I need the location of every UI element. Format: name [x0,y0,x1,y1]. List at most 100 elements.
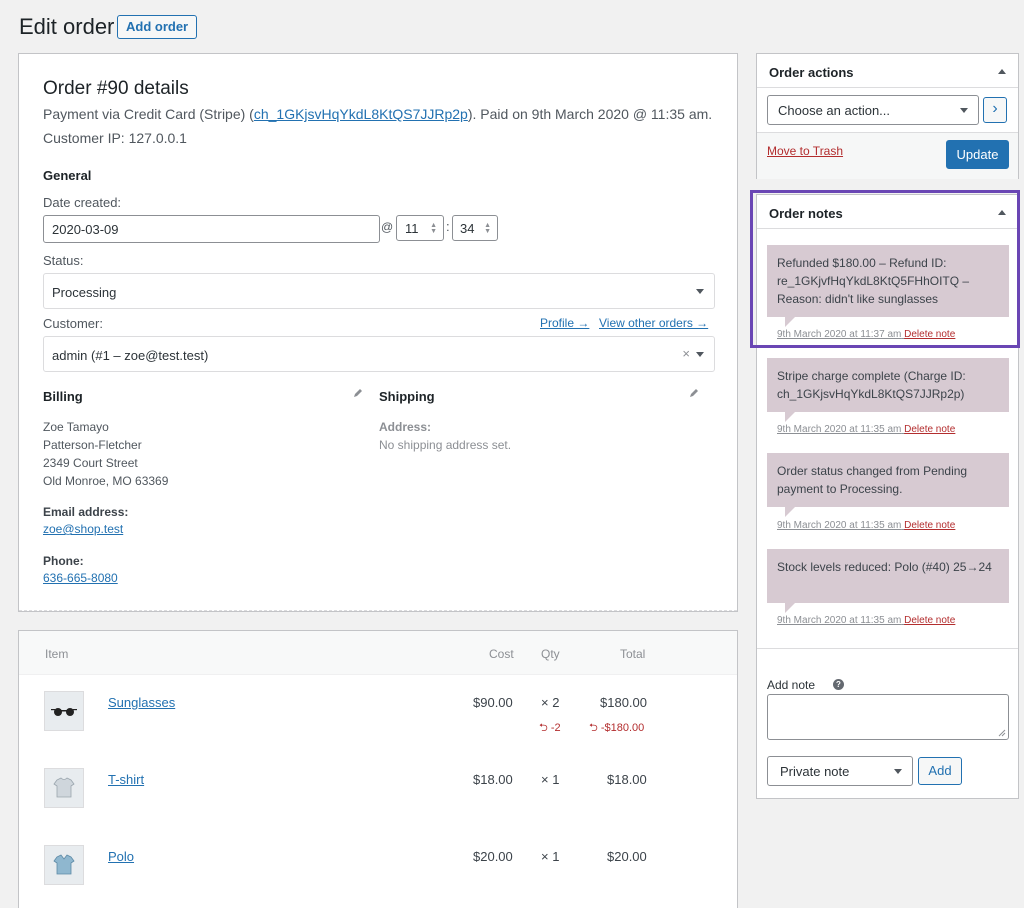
item-total: $20.00 [607,849,647,864]
profile-link[interactable]: Profile → [540,316,589,330]
column-header-total: Total [620,647,646,661]
status-value: Processing [52,285,117,300]
billing-name: Zoe Tamayo [43,420,109,434]
general-title: General [43,168,92,183]
stepper-icon[interactable]: ▲ ▼ [430,222,437,235]
column-header-item: Item [45,647,69,661]
column-header-qty: Qty [541,647,560,661]
item-cost: $20.00 [473,849,513,864]
note-type-select[interactable]: Private note [767,756,913,786]
item-total: $18.00 [607,772,647,787]
item-qty: × 1 [541,772,560,787]
delete-note-link[interactable]: Delete note [904,424,955,435]
customer-select[interactable]: admin (#1 – zoe@test.test) × [43,336,715,372]
phone-label: Phone: [43,554,84,568]
hour-input[interactable]: 11 ▲ ▼ [396,215,444,241]
order-actions-title: Order actions [769,65,854,80]
pencil-icon[interactable] [689,388,699,398]
item-cost: $90.00 [473,695,513,710]
highlight-frame [750,190,1020,348]
status-label: Status: [43,253,84,268]
note-meta: 9th March 2020 at 11:35 am Delete note [777,424,955,435]
chevron-down-icon [696,352,704,357]
at-symbol: @ [381,220,394,234]
update-button[interactable]: Update [946,140,1009,169]
order-note: Stripe charge complete (Charge ID: ch_1G… [767,358,1009,422]
charge-id-link[interactable]: ch_1GKjsvHqYkdL8KtQS7JJRp2p [254,106,468,122]
column-header-cost: Cost [489,647,514,661]
email-label: Email address: [43,505,129,519]
product-thumbnail [44,768,84,808]
note-timestamp: 9th March 2020 at 11:35 am [777,520,902,531]
time-colon: : [446,219,450,234]
pencil-icon[interactable] [353,388,363,398]
status-select[interactable]: Processing [43,273,715,309]
note-timestamp: 9th March 2020 at 11:35 am [777,424,902,435]
item-name-polo[interactable]: Polo [108,849,134,864]
product-thumbnail [44,845,84,885]
minute-value: 34 [460,221,475,236]
email-link[interactable]: zoe@shop.test [43,522,123,536]
item-name-sunglasses[interactable]: Sunglasses [108,695,175,710]
clear-icon[interactable]: × [682,346,690,361]
divider [19,610,737,611]
order-actions-header[interactable]: Order actions [757,54,1018,88]
order-actions-panel: Order actions Choose an action... › Move… [756,53,1019,179]
product-thumbnail [44,691,84,731]
item-qty: × 1 [541,849,560,864]
collapse-icon[interactable] [998,69,1006,74]
item-total: $180.00 [600,695,647,710]
tshirt-icon [53,777,75,798]
add-note-button[interactable]: Add [918,757,962,785]
sunglasses-icon [51,708,77,716]
view-other-orders-link[interactable]: View other orders → [599,316,708,330]
delete-note-link[interactable]: Delete note [904,615,955,626]
note-timestamp: 9th March 2020 at 11:35 am [777,615,902,626]
phone-link[interactable]: 636-665-8080 [43,571,118,585]
item-name-tshirt[interactable]: T-shirt [108,772,144,787]
payment-info: Payment via Credit Card (Stripe) (ch_1GK… [43,102,713,150]
page-title: Edit order [19,14,115,39]
hour-value: 11 [405,221,419,236]
chevron-down-icon [696,289,704,294]
customer-label: Customer: [43,316,103,331]
billing-street: 2349 Court Street [43,456,138,470]
chevron-down-icon [894,769,902,774]
minute-input[interactable]: 34 ▲ ▼ [452,215,498,241]
note-meta: 9th March 2020 at 11:35 am Delete note [777,520,955,531]
shipping-title: Shipping [379,389,435,404]
order-action-value: Choose an action... [778,103,891,118]
payment-prefix: Payment via Credit Card (Stripe) ( [43,106,254,122]
billing-title: Billing [43,389,83,404]
add-order-button[interactable]: Add order [117,15,198,39]
no-shipping-text: No shipping address set. [379,438,512,452]
billing-company: Patterson-Fletcher [43,438,142,452]
note-meta: 9th March 2020 at 11:35 am Delete note [777,615,955,626]
address-label: Address: [379,420,432,434]
help-icon[interactable]: ? [833,679,844,690]
polo-shirt-icon [53,854,75,875]
order-note: Order status changed from Pending paymen… [767,453,1009,517]
note-textarea[interactable] [767,694,1009,740]
order-note: Stock levels reduced: Polo (#40) 25→24 [767,549,1009,613]
delete-note-link[interactable]: Delete note [904,520,955,531]
date-created-input[interactable]: 2020-03-09 [43,215,380,243]
refund-qty: ⮌ -2 [539,722,561,734]
item-cost: $18.00 [473,772,513,787]
item-qty: × 2 [541,695,560,710]
billing-address: Zoe Tamayo Patterson-Fletcher 2349 Court… [43,418,168,490]
apply-action-button[interactable]: › [983,97,1007,123]
order-items-panel: Item Cost Qty Total Sunglasses $90.00 × … [18,630,738,908]
note-type-value: Private note [780,764,850,779]
stepper-icon[interactable]: ▲ ▼ [484,222,491,235]
customer-value: admin (#1 – zoe@test.test) [52,348,209,363]
order-action-select[interactable]: Choose an action... [767,95,979,125]
move-to-trash-link[interactable]: Move to Trash [767,144,843,158]
resize-handle-icon[interactable] [998,729,1006,737]
order-heading: Order #90 details [43,78,189,99]
add-note-label: Add note [767,678,816,692]
chevron-down-icon [960,108,968,113]
billing-city: Old Monroe, MO 63369 [43,474,169,488]
date-created-label: Date created: [43,195,122,210]
refund-total: ⮌ -$180.00 [589,722,645,734]
